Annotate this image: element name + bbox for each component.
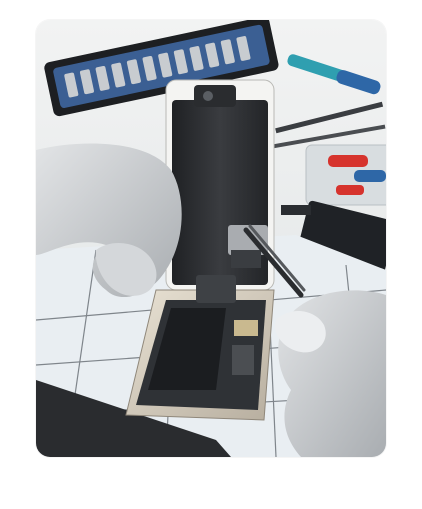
repair-photo <box>36 20 386 457</box>
parts-box <box>305 144 386 206</box>
phone-screen <box>165 79 275 291</box>
right-glove <box>275 290 386 457</box>
repair-photo-illustration <box>36 20 386 457</box>
